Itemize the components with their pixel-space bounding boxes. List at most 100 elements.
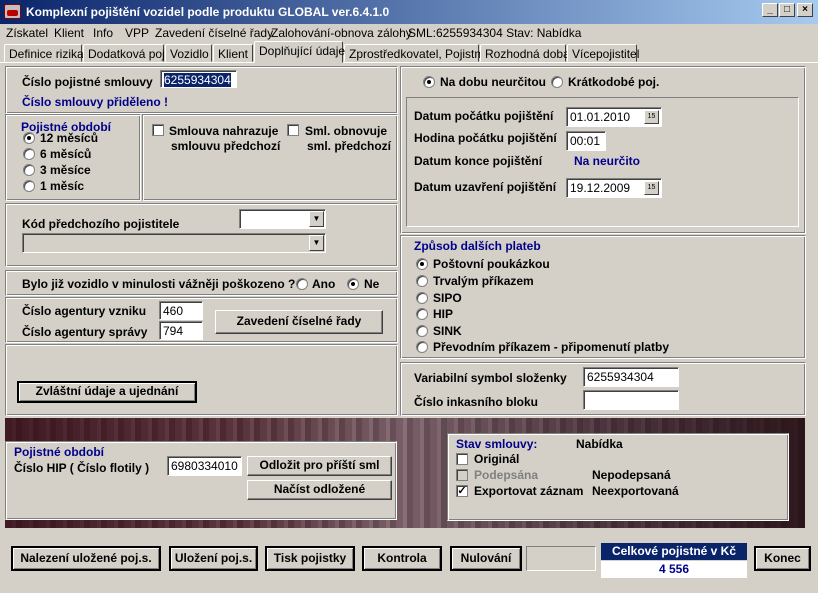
payment-transfer-radio[interactable] (416, 341, 428, 353)
tab-vozidlo[interactable]: Vozidlo (165, 44, 212, 62)
load-deferred-button[interactable]: Načíst odložené (247, 480, 392, 500)
start-hour-label: Hodina počátku pojištění (414, 131, 557, 145)
chevron-down-icon[interactable]: ▼ (309, 235, 324, 251)
payment-transfer-label: Převodním příkazem - připomenutí platby (433, 340, 670, 354)
signed-label: Podepsána (474, 468, 539, 482)
start-date-label: Datum počátku pojištění (414, 109, 554, 123)
payment-standing-label: Trvalým příkazem (433, 274, 534, 288)
special-terms-button[interactable]: Zvláštní údaje a ujednání (17, 381, 197, 403)
agency-admin-field[interactable]: 794 (159, 321, 203, 340)
number-series-button[interactable]: Zavedení číselné řady (215, 310, 383, 334)
special-panel: Zvláštní údaje a ujednání (5, 344, 398, 416)
tab-doplnujici-udaje[interactable]: Doplňující údaje (254, 41, 345, 63)
original-checkbox[interactable] (456, 453, 468, 465)
payment-title: Způsob dalších plateb (414, 239, 541, 253)
period-3-radio[interactable] (23, 164, 35, 176)
agency-origin-field[interactable]: 460 (159, 301, 203, 320)
damage-no-radio[interactable] (347, 278, 359, 290)
hip-number-field[interactable]: 6980334010 (167, 456, 242, 476)
payment-sipo-radio[interactable] (416, 292, 428, 304)
find-saved-button[interactable]: Nalezení uložené poj.s. (11, 546, 161, 571)
renew-contract-checkbox[interactable] (287, 124, 299, 136)
block-number-field[interactable] (583, 390, 679, 410)
payment-panel: Způsob dalších plateb Poštovní poukázkou… (400, 235, 806, 359)
menu-ziskatel[interactable]: Získatel (6, 26, 48, 40)
menu-klient[interactable]: Klient (54, 26, 84, 40)
contract-number-field[interactable]: 6255934304 (160, 70, 237, 88)
duration-indefinite-radio[interactable] (423, 76, 435, 88)
payment-sipo-label: SIPO (433, 291, 462, 305)
prev-insurer-name-select[interactable]: ▼ (22, 233, 326, 253)
tab-dodatkova-poj[interactable]: Dodatková poj. (83, 44, 168, 62)
payment-postal-radio[interactable] (416, 258, 428, 270)
export-state: Neexportovaná (592, 484, 679, 498)
minimize-icon[interactable]: _ (762, 3, 778, 17)
end-date-value: Na neurčito (574, 154, 641, 168)
window-title: Komplexní pojištění vozidel podle produk… (26, 5, 390, 19)
renew-line2: sml. předchozí (307, 139, 392, 153)
payment-standing-radio[interactable] (416, 275, 428, 287)
prev-insurer-code-select[interactable]: ▼ (239, 209, 326, 229)
hip-panel: Pojistné období Číslo HIP ( Číslo flotil… (5, 441, 397, 520)
print-button[interactable]: Tisk pojistky (265, 546, 355, 571)
calendar-icon[interactable]: 15 (644, 181, 659, 195)
start-date-field[interactable]: 01.01.2010 15 (566, 107, 662, 127)
title-bar: Komplexní pojištění vozidel podle produk… (0, 0, 818, 24)
payment-hip-radio[interactable] (416, 308, 428, 320)
period-3-label: 3 měsíce (40, 163, 91, 177)
var-symbol-label: Variabilní symbol složenky (414, 371, 567, 385)
menu-zalohovani[interactable]: Zalohování-obnova zálohy (271, 26, 412, 40)
contract-assigned-msg: Číslo smlouvy přiděleno ! (22, 95, 169, 109)
reset-button[interactable]: Nulování (450, 546, 522, 571)
calendar-icon[interactable]: 15 (644, 110, 659, 124)
period-1-radio[interactable] (23, 180, 35, 192)
signed-checkbox (456, 469, 468, 481)
block-number-label: Číslo inkasního bloku (414, 395, 539, 409)
menu-vpp[interactable]: VPP (125, 26, 149, 40)
signed-state: Nepodepsaná (592, 468, 671, 482)
period-6-label: 6 měsíců (40, 147, 92, 161)
start-hour-field[interactable]: 00:01 (566, 131, 606, 151)
hip-title: Pojistné období (14, 445, 104, 459)
var-symbol-field[interactable]: 6255934304 (583, 367, 679, 387)
menu-bar: Získatel Klient Info VPP Zavedení číseln… (0, 24, 818, 42)
conclusion-date-label: Datum uzavření pojištění (414, 180, 557, 194)
conclusion-date-field[interactable]: 19.12.2009 15 (566, 178, 662, 198)
tab-zprostredkovatel[interactable]: Zprostředkovatel, Pojistné (344, 44, 488, 62)
export-checkbox[interactable]: ✓ (456, 485, 468, 497)
period-6-radio[interactable] (23, 148, 35, 160)
end-date-label: Datum konce pojištění (414, 154, 543, 168)
maximize-icon[interactable]: □ (779, 3, 795, 17)
damage-panel: Bylo již vozidlo v minulosti vážněji poš… (5, 270, 398, 296)
duration-short-radio[interactable] (551, 76, 563, 88)
damage-no-label: Ne (364, 277, 380, 291)
export-label: Exportovat záznam (474, 484, 584, 498)
tab-vicepojistitel[interactable]: Vícepojistitel (567, 44, 639, 62)
tab-rozhodna-doba[interactable]: Rozhodná doba (480, 44, 570, 62)
status-label: Stav smlouvy: (456, 437, 538, 451)
end-button[interactable]: Konec (754, 546, 811, 571)
agency-panel: Číslo agentury vzniku 460 Číslo agentury… (5, 297, 398, 343)
check-button[interactable]: Kontrola (362, 546, 442, 571)
payment-sink-radio[interactable] (416, 325, 428, 337)
tab-klient[interactable]: Klient (213, 44, 253, 62)
damage-yes-label: Ano (312, 277, 336, 291)
replace-line1: Smlouva nahrazuje (169, 124, 279, 138)
menu-info[interactable]: Info (93, 26, 113, 40)
symbols-panel: Variabilní symbol složenky 6255934304 Čí… (400, 362, 806, 416)
period-12-radio[interactable] (23, 132, 35, 144)
total-value: 4 556 (601, 561, 747, 578)
close-icon[interactable]: × (797, 3, 813, 17)
save-button[interactable]: Uložení poj.s. (169, 546, 258, 571)
defer-button[interactable]: Odložit pro příští sml (247, 456, 392, 476)
total-label: Celkové pojistné v Kč (601, 543, 747, 560)
menu-zavedeni-rady[interactable]: Zavedení číselné řady (155, 26, 273, 40)
damage-yes-radio[interactable] (296, 278, 308, 290)
replace-contract-checkbox[interactable] (152, 124, 164, 136)
dates-panel: Na dobu neurčitou Krátkodobé poj. Datum … (400, 66, 806, 234)
tab-definice-rizika[interactable]: Definice rizika (4, 44, 84, 62)
agency-admin-label: Číslo agentury správy (22, 325, 148, 339)
duration-short-label: Krátkodobé poj. (568, 75, 660, 89)
chevron-down-icon[interactable]: ▼ (309, 211, 324, 227)
status-panel: Stav smlouvy: Nabídka Originál Podepsána… (447, 433, 789, 521)
